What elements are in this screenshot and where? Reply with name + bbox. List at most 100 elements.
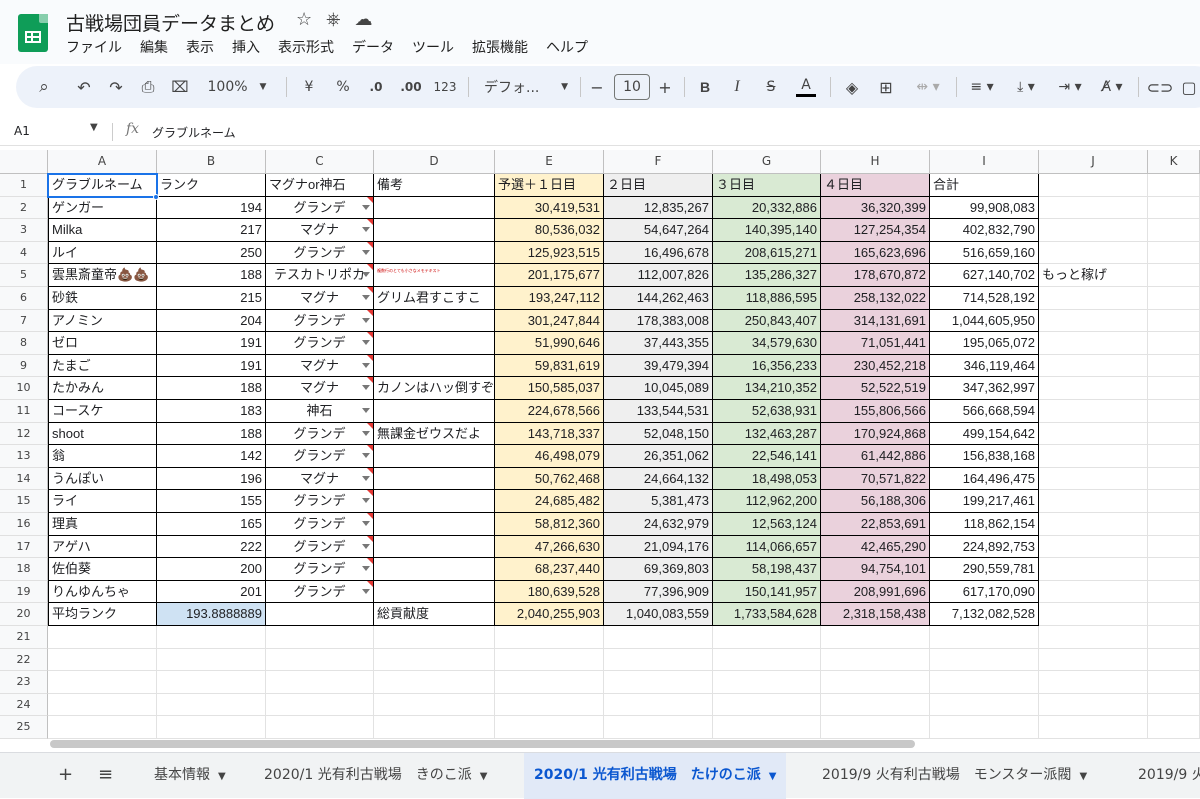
grid-cell[interactable] — [713, 671, 821, 694]
day1-cell[interactable]: 301,247,844 — [495, 309, 604, 333]
note-cell[interactable] — [374, 467, 495, 491]
grid-cell[interactable] — [48, 671, 157, 694]
rank-cell[interactable]: 200 — [157, 558, 266, 581]
grid-cell[interactable] — [1039, 445, 1148, 468]
grid-cell[interactable] — [821, 626, 930, 649]
grid-cell[interactable] — [930, 716, 1039, 739]
grid-cell[interactable] — [266, 693, 374, 717]
add-sheet-button[interactable]: + — [48, 753, 83, 799]
dropdown-chip-icon[interactable] — [362, 521, 370, 526]
grid-cell[interactable] — [1148, 309, 1200, 333]
sum-day1-cell[interactable]: 2,040,255,903 — [495, 603, 604, 626]
star-icon[interactable]: ☆ — [296, 9, 312, 30]
insert-link-icon[interactable]: ⊂⊃ — [1146, 66, 1174, 108]
grid-cell[interactable] — [157, 716, 266, 739]
day3-cell[interactable]: 134,210,352 — [713, 377, 821, 400]
header-cell-rank[interactable]: ランク — [157, 174, 266, 197]
grid-cell[interactable] — [1039, 196, 1148, 220]
day1-cell[interactable]: 150,585,037 — [495, 377, 604, 400]
row-header[interactable]: 8 — [0, 332, 48, 355]
day2-cell[interactable]: 54,647,264 — [604, 219, 713, 242]
row-header[interactable]: 11 — [0, 400, 48, 423]
bold-button[interactable]: B — [692, 66, 718, 108]
day1-cell[interactable]: 51,990,646 — [495, 332, 604, 355]
dropdown-chip-icon[interactable] — [362, 249, 370, 255]
grid-cell[interactable] — [1148, 535, 1200, 559]
decrease-font-size-button[interactable]: − — [586, 66, 608, 108]
grid-cell[interactable] — [1039, 354, 1148, 378]
row-header[interactable]: 24 — [0, 693, 48, 717]
type-cell[interactable]: グランデ — [266, 558, 374, 581]
column-header-f[interactable]: F — [604, 150, 713, 174]
total-contribution-label-cell[interactable]: 総貢献度 — [374, 603, 495, 626]
total-cell[interactable]: 714,528,192 — [930, 287, 1039, 310]
select-all-corner[interactable] — [0, 150, 48, 174]
type-cell[interactable]: グランデ — [266, 196, 374, 220]
day4-cell[interactable]: 127,254,354 — [821, 219, 930, 242]
fill-color-icon[interactable]: ◈ — [838, 66, 866, 108]
total-cell[interactable]: 402,832,790 — [930, 219, 1039, 242]
day1-cell[interactable]: 46,498,079 — [495, 445, 604, 468]
all-sheets-button[interactable]: ≡ — [88, 753, 123, 799]
total-cell[interactable]: 156,838,168 — [930, 445, 1039, 468]
grid-cell[interactable] — [1039, 671, 1148, 694]
dropdown-chip-icon[interactable] — [362, 566, 370, 572]
grid-cell[interactable] — [1148, 400, 1200, 423]
row-header[interactable]: 21 — [0, 626, 48, 649]
day3-cell[interactable]: 112,962,200 — [713, 490, 821, 513]
dropdown-chip-icon[interactable] — [362, 498, 370, 504]
day3-cell[interactable]: 34,579,630 — [713, 332, 821, 355]
row-header[interactable]: 3 — [0, 219, 48, 242]
dropdown-chip-icon[interactable] — [362, 340, 370, 346]
day1-cell[interactable]: 143,718,337 — [495, 422, 604, 446]
total-cell[interactable]: 516,659,160 — [930, 241, 1039, 265]
grid-cell[interactable] — [930, 648, 1039, 672]
sheet-tab[interactable]: 2020/1 光有利古戦場 きのこ派 ▼ — [254, 753, 497, 799]
grid-cell[interactable] — [157, 671, 266, 694]
grid-cell[interactable] — [1148, 693, 1200, 717]
note-cell[interactable] — [374, 219, 495, 242]
grid-cell[interactable] — [1148, 241, 1200, 265]
day1-cell[interactable]: 30,419,531 — [495, 196, 604, 220]
day2-cell[interactable]: 21,094,176 — [604, 535, 713, 559]
avg-rank-value-cell[interactable]: 193.8888889 — [157, 603, 266, 626]
grid-cell[interactable] — [713, 716, 821, 739]
day4-cell[interactable]: 71,051,441 — [821, 332, 930, 355]
grid-cell[interactable] — [1148, 174, 1200, 197]
day1-cell[interactable]: 125,923,515 — [495, 241, 604, 265]
dropdown-chip-icon[interactable] — [362, 204, 370, 210]
grid-cell[interactable] — [48, 626, 157, 649]
formula-input[interactable]: グラブルネーム — [152, 124, 236, 141]
day4-cell[interactable]: 178,670,872 — [821, 264, 930, 287]
total-cell[interactable]: 290,559,781 — [930, 558, 1039, 581]
header-cell-name[interactable]: グラブルネーム — [48, 174, 157, 197]
rank-cell[interactable]: 165 — [157, 513, 266, 536]
total-cell[interactable]: 1,044,605,950 — [930, 309, 1039, 333]
day4-cell[interactable]: 36,320,399 — [821, 196, 930, 220]
grid-cell[interactable] — [374, 716, 495, 739]
grid-cell[interactable] — [266, 626, 374, 649]
strikethrough-button[interactable]: S — [758, 66, 784, 108]
grid-cell[interactable] — [1039, 287, 1148, 310]
rank-cell[interactable]: 183 — [157, 400, 266, 423]
day3-cell[interactable]: 208,615,271 — [713, 241, 821, 265]
type-cell[interactable]: グランデ — [266, 422, 374, 446]
row-header[interactable]: 7 — [0, 309, 48, 333]
currency-button[interactable]: ¥ — [296, 66, 322, 108]
member-name-cell[interactable]: うんぽい — [48, 467, 157, 491]
row-header[interactable]: 6 — [0, 287, 48, 310]
rank-cell[interactable]: 188 — [157, 377, 266, 400]
text-wrapping-icon[interactable]: ⇥ ▾ — [1050, 66, 1090, 108]
chevron-down-icon[interactable]: ▼ — [769, 771, 777, 782]
grid-cell[interactable] — [1148, 445, 1200, 468]
increase-font-size-button[interactable]: + — [654, 66, 676, 108]
type-cell[interactable]: グランデ — [266, 490, 374, 513]
dropdown-chip-icon[interactable] — [362, 475, 370, 481]
member-name-cell[interactable]: ルイ — [48, 241, 157, 265]
grid-cell[interactable] — [266, 648, 374, 672]
grid-cell[interactable] — [1148, 467, 1200, 491]
grid-cell[interactable] — [604, 716, 713, 739]
row-header[interactable]: 2 — [0, 196, 48, 220]
day3-cell[interactable]: 118,886,595 — [713, 287, 821, 310]
member-name-cell[interactable]: アゲハ — [48, 535, 157, 559]
